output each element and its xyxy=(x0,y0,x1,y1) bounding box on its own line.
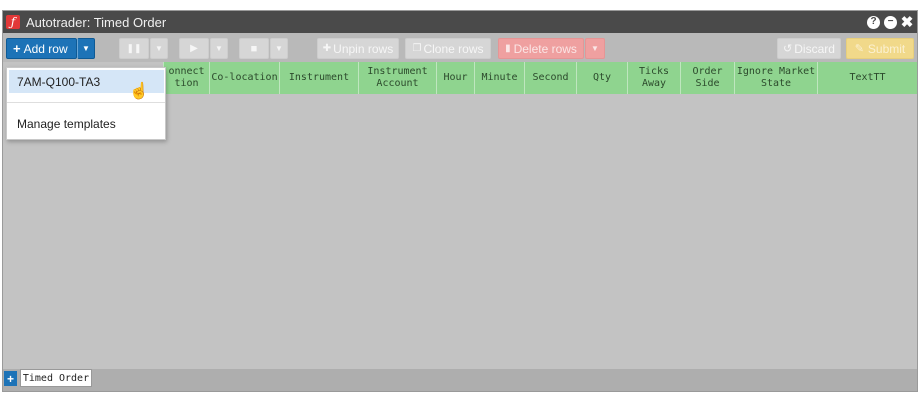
play-button[interactable]: ▶ xyxy=(179,38,209,59)
unpin-rows-label: Unpin rows xyxy=(333,41,394,56)
plus-icon: + xyxy=(13,41,21,56)
menu-item-manage-templates[interactable]: Manage templates xyxy=(9,112,164,135)
menu-divider xyxy=(7,102,165,103)
toolbar: + Add row ▼ ❚❚ ▼ ▶ ▼ ■ ▼ ✚ Unpin rows ❐ xyxy=(3,33,917,62)
column-header-ticks-away[interactable]: Ticks Away xyxy=(627,62,680,94)
add-row-template-menu: 7AM-Q100-TA3 ☝ Manage templates xyxy=(6,67,166,140)
column-header-instrument[interactable]: Instrument xyxy=(279,62,358,94)
play-icon: ▶ xyxy=(190,43,198,54)
stop-icon: ■ xyxy=(250,42,258,55)
delete-rows-dropdown-button[interactable]: ▼ xyxy=(585,38,605,59)
column-header-order-side[interactable]: Order Side xyxy=(680,62,734,94)
submit-button[interactable]: ✎ Submit xyxy=(846,38,914,59)
stop-dropdown-button[interactable]: ▼ xyxy=(270,38,288,59)
tab-timed-order[interactable]: Timed Order xyxy=(20,369,92,387)
column-header-second[interactable]: Second xyxy=(524,62,576,94)
submit-label: Submit xyxy=(867,41,906,56)
pause-button[interactable]: ❚❚ xyxy=(119,38,149,59)
add-tab-icon[interactable]: + xyxy=(4,371,17,386)
chevron-down-icon: ▼ xyxy=(82,44,90,53)
window-title: Autotrader: Timed Order xyxy=(26,14,167,30)
hand-cursor-icon: ☝ xyxy=(129,83,149,100)
chevron-down-icon: ▼ xyxy=(155,44,163,53)
column-header-ignore-market-state[interactable]: Ignore Market State xyxy=(734,62,817,94)
delete-rows-label: Delete rows xyxy=(513,41,577,56)
add-row-button[interactable]: + Add row xyxy=(6,38,77,59)
clone-rows-label: Clone rows xyxy=(423,41,484,56)
title-bar: ƒ Autotrader: Timed Order ? − ✖ xyxy=(3,11,917,33)
column-header-instrument-account[interactable]: Instrument Account xyxy=(358,62,436,94)
add-row-label: Add row xyxy=(23,41,68,56)
pencil-icon: ✎ xyxy=(854,43,864,55)
discard-button[interactable]: ↺ Discard xyxy=(777,38,841,59)
template-name: 7AM-Q100-TA3 xyxy=(17,74,101,89)
chevron-down-icon: ▼ xyxy=(215,44,223,53)
autotrader-window: ƒ Autotrader: Timed Order ? − ✖ + Add ro… xyxy=(2,10,918,392)
pin-icon: ✚ xyxy=(322,43,332,54)
window-controls: ? − ✖ xyxy=(867,15,914,30)
minimize-icon[interactable]: − xyxy=(884,15,897,29)
play-dropdown-button[interactable]: ▼ xyxy=(210,38,228,59)
close-icon[interactable]: ✖ xyxy=(901,15,914,30)
column-header-qty[interactable]: Qty xyxy=(576,62,627,94)
clone-icon: ❐ xyxy=(412,43,422,54)
column-header-minute[interactable]: Minute xyxy=(474,62,524,94)
chevron-down-icon: ▼ xyxy=(591,44,599,53)
column-header-connection[interactable]: onnect tion xyxy=(163,62,209,94)
undo-icon: ↺ xyxy=(783,43,793,55)
stop-button[interactable]: ■ xyxy=(239,38,269,59)
delete-rows-button[interactable]: ▮ Delete rows xyxy=(498,38,584,59)
pause-icon: ❚❚ xyxy=(126,43,142,53)
chevron-down-icon: ▼ xyxy=(275,44,283,53)
menu-item-template[interactable]: 7AM-Q100-TA3 ☝ xyxy=(9,70,164,100)
app-logo-icon: ƒ xyxy=(6,15,20,29)
clone-rows-button[interactable]: ❐ Clone rows xyxy=(405,38,491,59)
add-row-dropdown-button[interactable]: ▼ xyxy=(77,38,95,59)
unpin-rows-button[interactable]: ✚ Unpin rows xyxy=(317,38,399,59)
column-header-hour[interactable]: Hour xyxy=(436,62,474,94)
discard-label: Discard xyxy=(794,41,835,56)
pause-dropdown-button[interactable]: ▼ xyxy=(150,38,168,59)
column-header-texttt[interactable]: TextTT xyxy=(817,62,917,94)
column-header-co-location[interactable]: Co-location xyxy=(209,62,279,94)
help-icon[interactable]: ? xyxy=(867,15,880,29)
tab-bar: + Timed Order xyxy=(3,369,917,391)
trash-icon: ▮ xyxy=(505,43,511,54)
